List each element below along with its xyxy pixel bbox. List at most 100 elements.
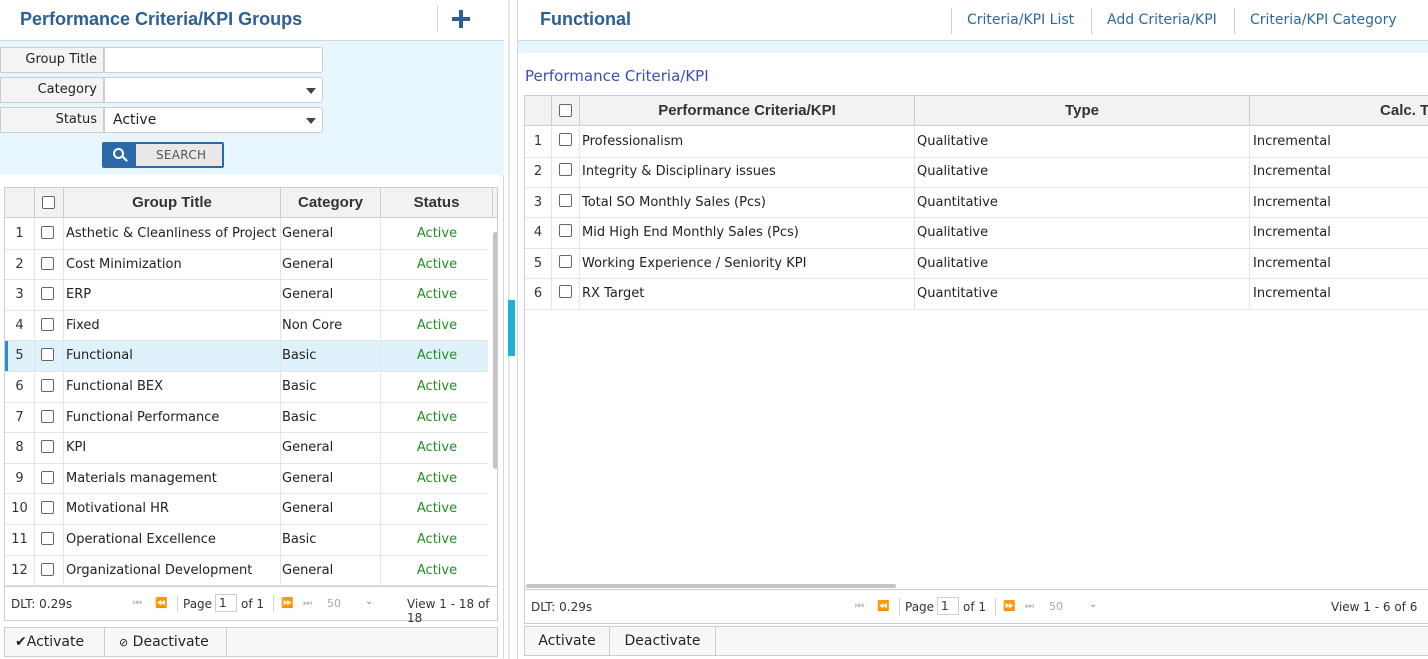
tab-criteria-kpi-list[interactable]: Criteria/KPI List [951, 8, 1090, 34]
group-title-cell: Motivational HR [64, 494, 281, 524]
first-page-icon[interactable]: ⏮ [133, 598, 142, 609]
first-page-icon[interactable]: ⏮ [855, 601, 864, 612]
filter-panel: Group Title Category Status Active SEARC… [0, 41, 504, 175]
table-row[interactable]: 3 ERP General Active [5, 280, 488, 311]
view-range-text: View 1 - 6 of 6 [1331, 600, 1418, 614]
table-row[interactable]: 2 Integrity & Disciplinary issues Qualitat… [525, 157, 1428, 188]
add-group-button[interactable] [448, 4, 474, 34]
page-size-select[interactable]: 50 [327, 597, 341, 610]
table-row[interactable]: 4 Mid High End Monthly Sales (Pcs) Qualita… [525, 218, 1428, 249]
table-row[interactable]: 9 Materials management General Active [5, 463, 488, 495]
category-cell: Basic [281, 402, 381, 433]
row-checkbox[interactable] [559, 193, 572, 207]
group-title-label: Group Title [0, 47, 104, 73]
row-number: 4 [5, 310, 35, 341]
table-row[interactable]: 3 Total SO Monthly Sales (Pcs) Quantitativ… [525, 187, 1428, 219]
row-checkbox[interactable] [559, 224, 572, 238]
row-checkbox[interactable] [41, 532, 54, 545]
prev-page-icon[interactable]: ⏪ [877, 601, 889, 612]
column-header-criteria[interactable]: Performance Criteria/KPI [580, 96, 915, 126]
category-select[interactable] [104, 77, 323, 103]
table-row[interactable]: 6 RX Target Quantitative Incremental [525, 279, 1428, 310]
last-page-icon[interactable]: ⏭ [1025, 601, 1034, 612]
row-checkbox[interactable] [41, 226, 54, 239]
table-row[interactable]: 8 KPI General Active [5, 433, 488, 464]
row-checkbox[interactable] [41, 501, 54, 515]
last-page-icon[interactable]: ⏭ [303, 598, 312, 609]
prev-page-icon[interactable]: ⏪ [155, 598, 167, 609]
calc-type-cell: Incremental [1253, 194, 1331, 210]
page-number-input[interactable]: 1 [937, 597, 959, 615]
kpi-groups-table: Group Title Category Status 1 Asthetic & … [4, 187, 498, 587]
row-checkbox[interactable] [559, 254, 572, 268]
table-row[interactable]: 12 Organizational Development General Activ… [5, 555, 488, 586]
next-page-icon[interactable]: ⏩ [281, 598, 293, 609]
table-row[interactable]: 4 Fixed Non Core Active [5, 310, 488, 342]
activate-button[interactable]: Activate [525, 627, 610, 655]
status-cell: Active [416, 317, 458, 333]
row-checkbox[interactable] [559, 285, 572, 298]
type-cell: Quantitative [915, 187, 1250, 218]
table-row[interactable]: 7 Functional Performance Basic Active [5, 402, 488, 434]
row-checkbox[interactable] [559, 163, 572, 177]
row-checkbox[interactable] [41, 256, 54, 270]
row-number: 12 [5, 555, 35, 586]
row-checkbox[interactable] [41, 470, 54, 484]
row-select-cell [35, 494, 64, 524]
tab-criteria-kpi-category[interactable]: Criteria/KPI Category [1234, 8, 1414, 34]
status-cell: Active [416, 501, 458, 517]
search-icon [104, 144, 136, 166]
activate-button[interactable]: ✔Activate [5, 628, 105, 656]
group-title-input[interactable] [104, 47, 323, 73]
page-size-select[interactable]: 50 [1049, 600, 1063, 613]
status-cell: Active [416, 409, 458, 425]
criteria-name-cell: Working Experience / Seniority KPI [580, 248, 915, 279]
panel-splitter-handle[interactable] [508, 300, 515, 356]
block-icon: ⊘ [119, 636, 129, 649]
horizontal-scrollbar[interactable] [526, 584, 896, 588]
table-row[interactable]: 1 Professionalism Qualitative Incremental [525, 127, 1428, 158]
status-label: Status [0, 107, 104, 133]
table-row[interactable]: 2 Cost Minimization General Active [5, 249, 488, 281]
chevron-down-icon: ⌄ [1089, 599, 1098, 610]
select-all-checkbox[interactable] [559, 104, 572, 117]
deactivate-button[interactable]: Deactivate [610, 627, 716, 655]
column-header-group-title[interactable]: Group Title [64, 188, 281, 218]
page-number-input[interactable]: 1 [215, 594, 237, 612]
select-all-checkbox[interactable] [42, 196, 55, 209]
column-header-category[interactable]: Category [281, 188, 381, 218]
table-row[interactable]: 11 Operational Excellence Basic Active [5, 525, 488, 556]
view-range-text: View 1 - 18 of 18 [407, 597, 490, 625]
row-checkbox[interactable] [559, 133, 572, 146]
group-title-cell: ERP [64, 280, 281, 310]
group-title-cell: Fixed [64, 310, 281, 341]
row-number-header [5, 188, 35, 218]
table-row[interactable]: 1 Asthetic & Cleanliness of Project Genera… [5, 219, 488, 250]
deactivate-button[interactable]: ⊘ Deactivate [105, 628, 227, 656]
column-header-status[interactable]: Status [381, 188, 493, 218]
pager-divider [995, 598, 996, 616]
row-checkbox[interactable] [41, 562, 54, 576]
row-checkbox[interactable] [41, 348, 54, 362]
row-checkbox[interactable] [41, 287, 54, 301]
table-row[interactable]: 5 Functional Basic Active [5, 341, 488, 372]
right-action-bar: Activate Deactivate [524, 626, 1428, 656]
vertical-scrollbar[interactable] [493, 232, 497, 469]
row-number: 6 [525, 279, 552, 309]
category-cell: General [281, 249, 381, 280]
table-row[interactable]: 10 Motivational HR General Active [5, 494, 488, 525]
group-title-cell: Functional BEX [64, 372, 281, 402]
status-select[interactable]: Active [104, 107, 323, 133]
column-header-calc-type[interactable]: Calc. Type [1250, 96, 1428, 126]
row-checkbox[interactable] [41, 409, 54, 423]
table-row[interactable]: 5 Working Experience / Seniority KPI Quali… [525, 248, 1428, 280]
search-button[interactable]: SEARCH [102, 142, 224, 168]
table-row[interactable]: 6 Functional BEX Basic Active [5, 372, 488, 403]
row-number: 11 [5, 525, 35, 555]
tab-add-criteria-kpi[interactable]: Add Criteria/KPI [1091, 8, 1234, 34]
row-checkbox[interactable] [41, 317, 54, 331]
column-header-type[interactable]: Type [915, 96, 1250, 126]
next-page-icon[interactable]: ⏩ [1003, 601, 1015, 612]
row-checkbox[interactable] [41, 440, 54, 454]
row-checkbox[interactable] [41, 379, 54, 392]
